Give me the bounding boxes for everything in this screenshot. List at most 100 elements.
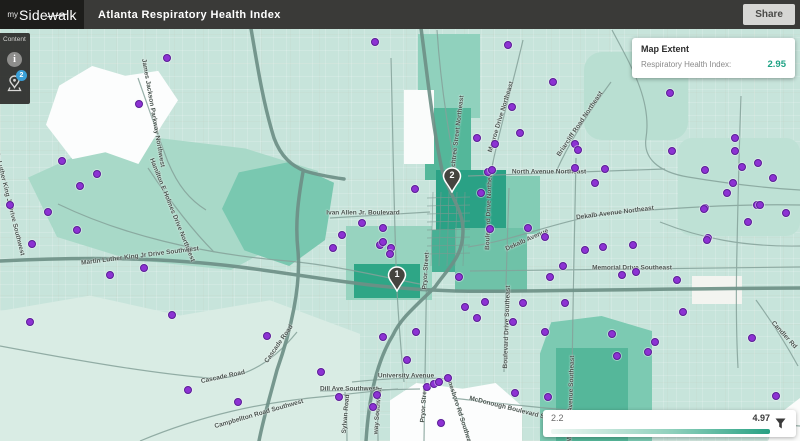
filter-range-slider[interactable] xyxy=(551,429,770,434)
data-point-dot[interactable] xyxy=(748,334,756,342)
data-point-dot[interactable] xyxy=(561,299,569,307)
data-point-dot[interactable] xyxy=(601,165,609,173)
data-point-dot[interactable] xyxy=(184,386,192,394)
data-point-dot[interactable] xyxy=(373,391,381,399)
data-point-dot[interactable] xyxy=(477,189,485,197)
data-point-dot[interactable] xyxy=(371,38,379,46)
data-point-dot[interactable] xyxy=(481,298,489,306)
data-point-dot[interactable] xyxy=(335,393,343,401)
data-point-dot[interactable] xyxy=(723,189,731,197)
share-button[interactable]: Share xyxy=(743,4,795,25)
road-label: Martin Luther King Jr Drive Southwest xyxy=(0,140,26,257)
data-point-dot[interactable] xyxy=(574,146,582,154)
data-point-dot[interactable] xyxy=(461,303,469,311)
data-point-dot[interactable] xyxy=(599,243,607,251)
data-point-dot[interactable] xyxy=(651,338,659,346)
metric-label: Respiratory Health Index: xyxy=(641,60,731,69)
data-point-dot[interactable] xyxy=(93,170,101,178)
data-point-dot[interactable] xyxy=(106,271,114,279)
data-point-dot[interactable] xyxy=(519,299,527,307)
data-point-dot[interactable] xyxy=(386,250,394,258)
data-point-dot[interactable] xyxy=(379,333,387,341)
road-label: University Avenue xyxy=(378,373,434,380)
data-point-dot[interactable] xyxy=(412,328,420,336)
data-point-dot[interactable] xyxy=(731,147,739,155)
data-point-dot[interactable] xyxy=(546,273,554,281)
data-point-dot[interactable] xyxy=(338,231,346,239)
filter-bar: 2.2 4.97 xyxy=(543,410,796,437)
data-point-dot[interactable] xyxy=(644,348,652,356)
data-point-dot[interactable] xyxy=(703,236,711,244)
data-point-dot[interactable] xyxy=(581,246,589,254)
data-point-dot[interactable] xyxy=(524,224,532,232)
data-point-dot[interactable] xyxy=(168,311,176,319)
data-point-dot[interactable] xyxy=(473,314,481,322)
data-point-dot[interactable] xyxy=(516,129,524,137)
data-point-dot[interactable] xyxy=(369,403,377,411)
data-point-dot[interactable] xyxy=(437,419,445,427)
data-point-dot[interactable] xyxy=(673,276,681,284)
data-point-dot[interactable] xyxy=(488,166,496,174)
data-point-dot[interactable] xyxy=(411,185,419,193)
data-point-dot[interactable] xyxy=(769,174,777,182)
data-point-dot[interactable] xyxy=(58,157,66,165)
data-point-dot[interactable] xyxy=(544,393,552,401)
data-point-dot[interactable] xyxy=(73,226,81,234)
data-point-dot[interactable] xyxy=(379,238,387,246)
data-point-dot[interactable] xyxy=(455,273,463,281)
data-point-dot[interactable] xyxy=(729,179,737,187)
data-point-dot[interactable] xyxy=(613,352,621,360)
data-point-dot[interactable] xyxy=(163,54,171,62)
data-point-dot[interactable] xyxy=(701,166,709,174)
data-point-dot[interactable] xyxy=(738,163,746,171)
data-point-dot[interactable] xyxy=(632,268,640,276)
data-point-dot[interactable] xyxy=(666,89,674,97)
map-marker-1[interactable]: 1 xyxy=(387,266,407,292)
data-point-dot[interactable] xyxy=(329,244,337,252)
filter-funnel-icon[interactable] xyxy=(770,418,790,429)
data-point-dot[interactable] xyxy=(608,330,616,338)
data-point-dot[interactable] xyxy=(772,392,780,400)
data-point-dot[interactable] xyxy=(473,134,481,142)
data-point-dot[interactable] xyxy=(44,208,52,216)
data-point-dot[interactable] xyxy=(504,41,512,49)
data-point-dot[interactable] xyxy=(591,179,599,187)
data-point-dot[interactable] xyxy=(541,233,549,241)
data-point-dot[interactable] xyxy=(358,219,366,227)
data-point-dot[interactable] xyxy=(508,103,516,111)
info-icon[interactable]: i xyxy=(7,52,22,67)
data-point-dot[interactable] xyxy=(668,147,676,155)
data-point-dot[interactable] xyxy=(28,240,36,248)
data-point-dot[interactable] xyxy=(511,389,519,397)
data-point-dot[interactable] xyxy=(754,159,762,167)
data-point-dot[interactable] xyxy=(571,164,579,172)
data-point-dot[interactable] xyxy=(629,241,637,249)
data-point-dot[interactable] xyxy=(234,398,242,406)
data-point-dot[interactable] xyxy=(263,332,271,340)
data-point-dot[interactable] xyxy=(700,205,708,213)
data-point-dot[interactable] xyxy=(435,378,443,386)
data-point-dot[interactable] xyxy=(679,308,687,316)
data-point-dot[interactable] xyxy=(618,271,626,279)
map-marker-2[interactable]: 2 xyxy=(442,167,462,193)
data-point-dot[interactable] xyxy=(509,318,517,326)
data-point-dot[interactable] xyxy=(317,368,325,376)
data-point-dot[interactable] xyxy=(559,262,567,270)
data-point-dot[interactable] xyxy=(744,218,752,226)
data-point-dot[interactable] xyxy=(756,201,764,209)
data-point-dot[interactable] xyxy=(731,134,739,142)
data-point-dot[interactable] xyxy=(135,100,143,108)
data-point-dot[interactable] xyxy=(491,140,499,148)
data-point-dot[interactable] xyxy=(140,264,148,272)
data-point-dot[interactable] xyxy=(541,328,549,336)
data-point-dot[interactable] xyxy=(403,356,411,364)
data-point-dot[interactable] xyxy=(549,78,557,86)
data-point-dot[interactable] xyxy=(444,374,452,382)
data-point-dot[interactable] xyxy=(26,318,34,326)
data-point-dot[interactable] xyxy=(379,224,387,232)
data-point-dot[interactable] xyxy=(782,209,790,217)
data-point-dot[interactable] xyxy=(6,201,14,209)
data-point-dot[interactable] xyxy=(486,225,494,233)
data-point-dot[interactable] xyxy=(76,182,84,190)
mysidewalk-logo[interactable]: mySidewalk xyxy=(0,0,84,29)
